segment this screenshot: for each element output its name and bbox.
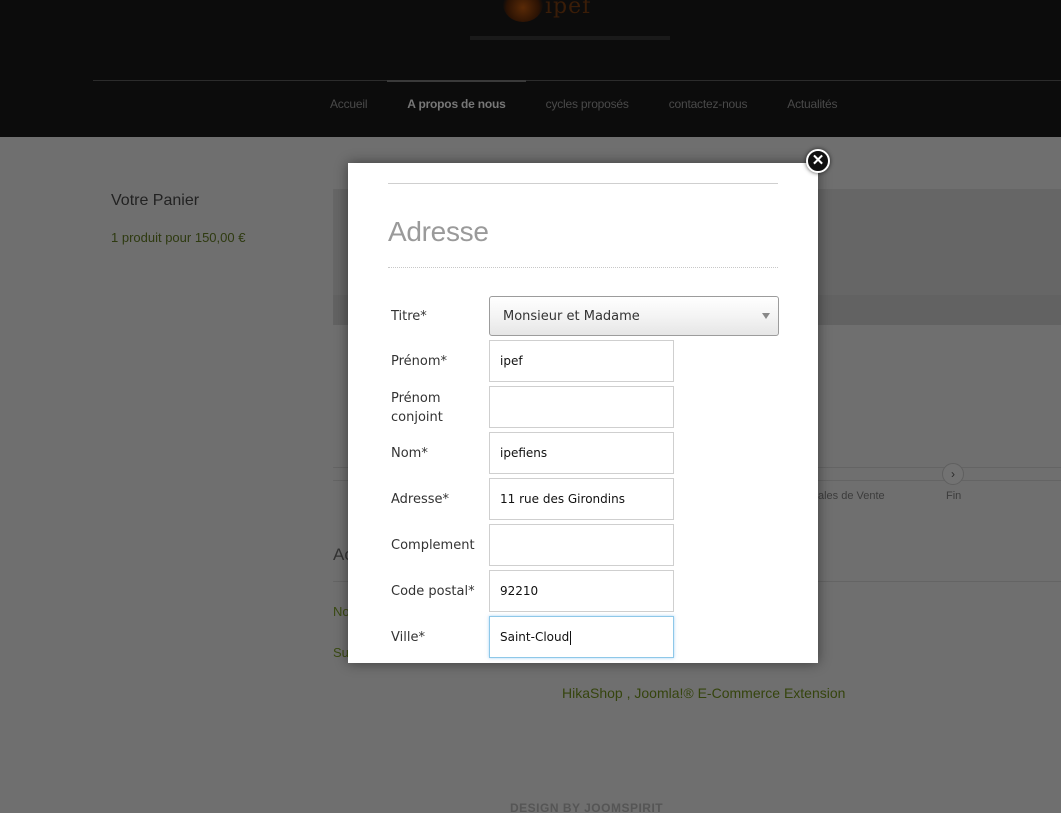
design-credit: DESIGN BY JOOMSPIRIT (510, 801, 664, 813)
modal-title: Adresse (388, 216, 489, 247)
adresse-label: Adresse* (391, 492, 450, 507)
ville-label: Ville* (391, 630, 425, 645)
nav-item-actualites[interactable]: Actualités (767, 80, 857, 136)
logo-flame-icon (503, 0, 543, 22)
adresse-input[interactable]: 11 rue des Girondins (489, 478, 674, 520)
step-label-cgv: ales de Vente (818, 490, 885, 502)
code-postal-input[interactable]: 92210 (489, 570, 674, 612)
chevron-down-icon (762, 313, 770, 319)
close-icon[interactable]: ✕ (806, 149, 830, 173)
nav-item-a-propos[interactable]: A propos de nous (387, 80, 527, 136)
hikashop-credit-link[interactable]: HikaShop , Joomla!® E-Commerce Extension (562, 685, 845, 701)
prenom-label: Prénom* (391, 354, 448, 369)
cart-title: Votre Panier (111, 192, 200, 209)
site-header: ipef Accueil A propos de nous cycles pro… (0, 0, 1061, 137)
nom-input[interactable]: ipefiens (489, 432, 674, 474)
step-label-fin: Fin (946, 490, 962, 502)
titre-select[interactable]: Monsieur et Madame (489, 296, 779, 336)
logo-text: ipef (545, 0, 592, 19)
logo-tagline-bar (470, 36, 670, 40)
prenom-conjoint-input[interactable] (489, 386, 674, 428)
titre-select-value: Monsieur et Madame (503, 309, 640, 324)
complement-label: Complement (391, 538, 475, 553)
chevron-right-icon: › (942, 463, 964, 485)
complement-input[interactable] (489, 524, 674, 566)
address-line-link-2[interactable]: Su (333, 645, 349, 660)
site-logo[interactable]: ipef (495, 0, 615, 30)
modal-title-divider (388, 267, 778, 268)
nav-item-accueil[interactable]: Accueil (310, 80, 387, 136)
text-caret (570, 630, 572, 645)
address-modal: Adresse Titre* Monsieur et Madame Prénom… (348, 163, 818, 663)
ville-input-value: Saint-Cloud (500, 630, 570, 644)
modal-top-divider (388, 183, 778, 184)
ville-input[interactable]: Saint-Cloud (489, 616, 674, 658)
prenom-conjoint-label: Prénom conjoint (391, 391, 443, 425)
cart-summary-link[interactable]: 1 produit pour 150,00 € (111, 230, 245, 245)
code-postal-label: Code postal* (391, 584, 475, 599)
nav-item-contact[interactable]: contactez-nous (649, 80, 768, 136)
main-nav: Accueil A propos de nous cycles proposés… (310, 80, 857, 136)
prenom-input[interactable]: ipef (489, 340, 674, 382)
titre-label: Titre* (391, 309, 427, 324)
nom-label: Nom* (391, 446, 428, 461)
nav-item-cycles[interactable]: cycles proposés (526, 80, 649, 136)
